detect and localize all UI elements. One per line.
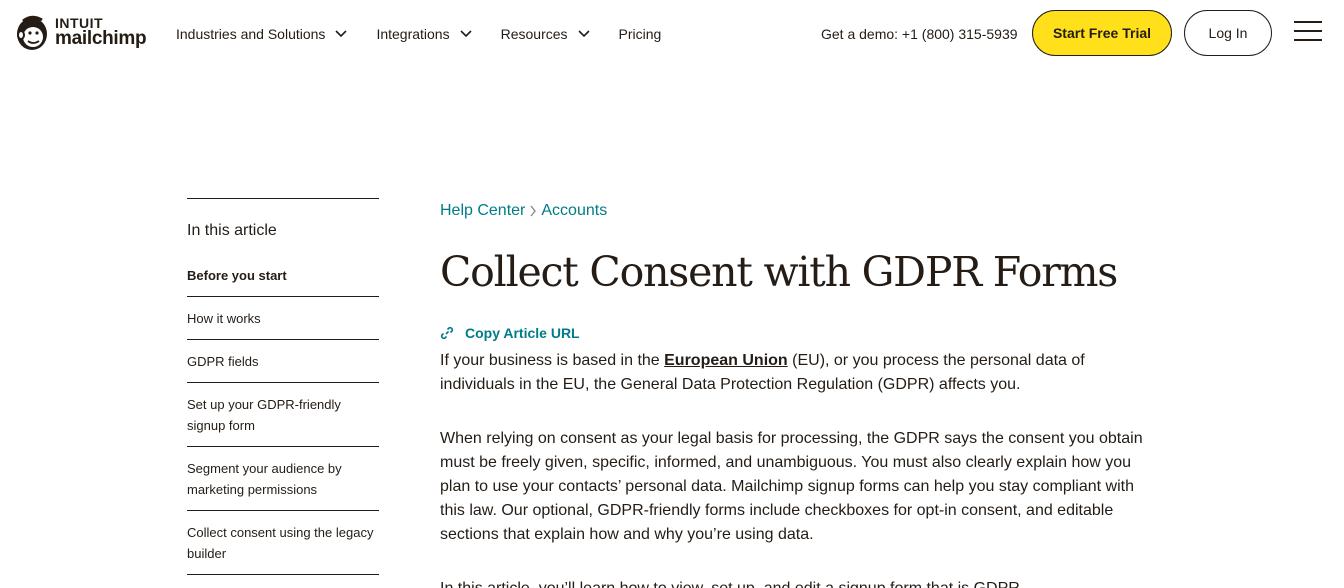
- article-overview-paragraph: In this article, you’ll learn how to vie…: [440, 577, 1160, 588]
- copy-article-url-link[interactable]: Copy Article URL: [440, 324, 1160, 342]
- nav-label: Pricing: [618, 26, 662, 42]
- sidebar-heading: In this article: [187, 222, 277, 239]
- chevron-down-icon: [335, 30, 348, 38]
- nav-pricing[interactable]: Pricing: [619, 24, 662, 44]
- toc-item-gdpr-fields[interactable]: GDPR fields: [187, 340, 379, 383]
- chevron-down-icon: [577, 30, 590, 38]
- nav-industries-and-solutions[interactable]: Industries and Solutions: [176, 24, 348, 44]
- toc-item-set-up-signup-form[interactable]: Set up your GDPR-friendly signup form: [187, 383, 379, 447]
- link-icon: [440, 327, 454, 340]
- main-nav: Industries and Solutions Integrations Re…: [176, 24, 661, 44]
- nav-label: Integrations: [376, 26, 450, 42]
- hamburger-menu-icon[interactable]: [1294, 21, 1322, 43]
- toc-item-segment-audience[interactable]: Segment your audience by marketing permi…: [187, 447, 379, 511]
- nav-resources[interactable]: Resources: [501, 24, 590, 44]
- breadcrumb-help-center[interactable]: Help Center: [440, 202, 525, 220]
- sidebar-divider: [187, 198, 379, 199]
- log-in-button[interactable]: Log In: [1184, 10, 1272, 56]
- toc-item-before-you-start[interactable]: Before you start: [187, 263, 379, 297]
- table-of-contents: Before you start How it works GDPR field…: [187, 263, 379, 575]
- freddie-logo-icon: [17, 15, 47, 50]
- p1-text-before: If your business is based in the: [440, 352, 665, 370]
- article-main: Help Center Accounts Collect Consent wit…: [440, 200, 1160, 588]
- intro-paragraph: If your business is based in the Europea…: [440, 349, 1160, 397]
- article-sidebar: In this article Before you start How it …: [187, 198, 379, 575]
- page-title: Collect Consent with GDPR Forms: [440, 248, 1118, 296]
- copy-url-label: Copy Article URL: [465, 325, 580, 342]
- breadcrumb: Help Center Accounts: [440, 200, 1160, 222]
- start-free-trial-button[interactable]: Start Free Trial: [1032, 10, 1172, 56]
- chevron-right-icon: [530, 205, 537, 217]
- consent-paragraph: When relying on consent as your legal ba…: [440, 430, 1143, 544]
- mailchimp-logo[interactable]: INTUIT mailchimp: [13, 12, 147, 52]
- breadcrumb-accounts[interactable]: Accounts: [541, 202, 607, 220]
- toc-item-legacy-builder[interactable]: Collect consent using the legacy builder: [187, 511, 379, 575]
- toc-item-how-it-works[interactable]: How it works: [187, 297, 379, 340]
- nav-label: Industries and Solutions: [176, 26, 326, 42]
- chevron-down-icon: [460, 30, 472, 38]
- site-header: INTUIT mailchimp Industries and Solution…: [0, 0, 1344, 66]
- demo-phone-link[interactable]: Get a demo: +1 (800) 315-5939: [821, 26, 1018, 42]
- nav-integrations[interactable]: Integrations: [376, 24, 472, 44]
- logo-mailchimp-text: mailchimp: [55, 28, 147, 49]
- european-union-link[interactable]: European Union: [664, 352, 788, 369]
- nav-label: Resources: [500, 26, 568, 42]
